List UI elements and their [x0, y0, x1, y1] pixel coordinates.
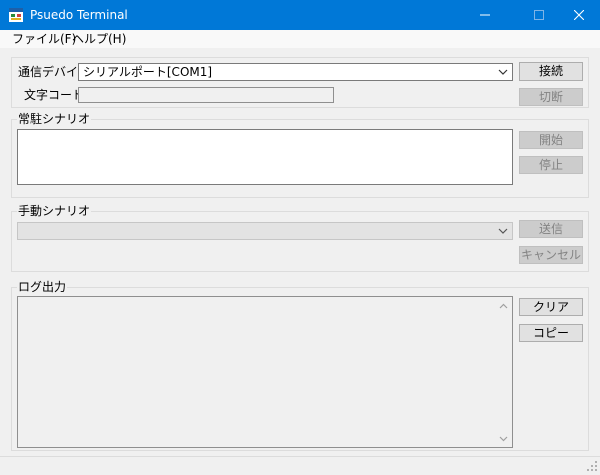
- charcode-label: 文字コード: [24, 88, 85, 102]
- maximize-icon: [534, 10, 544, 20]
- menu-file[interactable]: ファイル(F): [10, 30, 78, 48]
- manual-scenario-group: [11, 211, 589, 272]
- start-button[interactable]: 開始: [519, 131, 583, 149]
- manual-scenario-select[interactable]: [17, 222, 513, 240]
- send-button[interactable]: 送信: [519, 220, 583, 238]
- chevron-down-icon: [496, 66, 510, 78]
- resize-grip-icon[interactable]: [586, 460, 598, 472]
- log-output-area[interactable]: [17, 296, 513, 448]
- connect-button[interactable]: 接続: [519, 62, 583, 81]
- minimize-button[interactable]: [462, 0, 508, 30]
- clear-button[interactable]: クリア: [519, 298, 583, 316]
- copy-button[interactable]: コピー: [519, 324, 583, 342]
- scroll-down-icon[interactable]: [495, 430, 512, 447]
- resident-scenario-title: 常駐シナリオ: [17, 112, 92, 126]
- menu-help[interactable]: ヘルプ(H): [70, 30, 128, 48]
- device-select-value: シリアルポート[COM1]: [83, 65, 213, 79]
- stop-button[interactable]: 停止: [519, 156, 583, 174]
- log-scrollbar[interactable]: [495, 297, 512, 447]
- scroll-up-icon[interactable]: [495, 297, 512, 314]
- log-output-title: ログ出力: [17, 280, 68, 294]
- manual-scenario-title: 手動シナリオ: [17, 204, 92, 218]
- device-select[interactable]: シリアルポート[COM1]: [78, 63, 513, 81]
- resident-scenario-list[interactable]: [17, 129, 513, 185]
- close-button[interactable]: [556, 0, 600, 30]
- charcode-field[interactable]: [78, 87, 334, 103]
- status-bar: [0, 456, 600, 474]
- cancel-button[interactable]: キャンセル: [519, 246, 583, 264]
- close-icon: [574, 10, 584, 20]
- minimize-icon: [480, 14, 490, 16]
- disconnect-button[interactable]: 切断: [519, 88, 583, 106]
- window-title: Psuedo Terminal: [30, 8, 128, 22]
- chevron-down-icon: [496, 225, 510, 237]
- terminal-app-icon: [8, 7, 24, 23]
